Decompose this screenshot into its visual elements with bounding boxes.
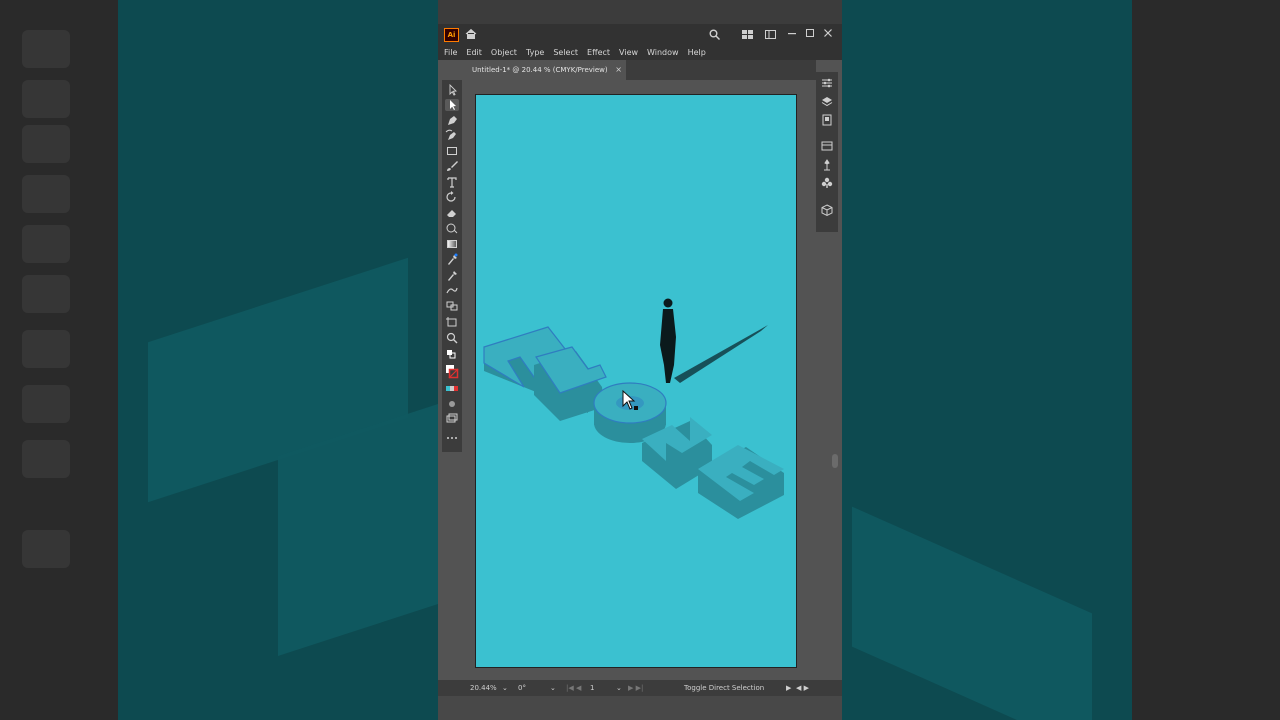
libraries-icon[interactable] — [820, 113, 834, 127]
rotation-dropdown-chevron-icon[interactable]: ⌄ — [550, 680, 556, 696]
bottom-strip — [438, 696, 842, 720]
tab-close-icon[interactable]: × — [615, 60, 622, 80]
background-art-left — [118, 0, 438, 720]
alone-artwork — [483, 298, 784, 519]
background-ghost-icon — [22, 80, 70, 118]
standing-figure-silhouette — [660, 298, 676, 383]
background-ghost-icon — [22, 125, 70, 163]
background-ghost-icon — [22, 175, 70, 213]
background-ghost-icon — [22, 385, 70, 423]
properties-icon[interactable] — [820, 76, 834, 90]
rotation-field[interactable]: 0° — [518, 680, 526, 696]
home-icon[interactable] — [465, 28, 477, 40]
brushes-icon[interactable] — [820, 158, 834, 172]
right-panel-dock — [816, 72, 838, 232]
menu-type[interactable]: Type — [526, 48, 544, 57]
swatches-icon[interactable] — [820, 139, 834, 153]
top-strip — [438, 0, 842, 24]
rectangle-tool-icon[interactable] — [445, 145, 459, 157]
title-bar: Ai — [438, 24, 842, 44]
background-art-right — [842, 0, 1132, 720]
artboard-tool-icon[interactable] — [445, 316, 459, 328]
minimize-icon[interactable] — [788, 33, 796, 35]
status-menu-arrow-icon[interactable]: ▶ — [786, 680, 791, 696]
background-panel — [1132, 0, 1280, 720]
color-mode-icon[interactable] — [445, 383, 459, 395]
document-tab-label: Untitled-1* @ 20.44 % (CMYK/Preview) — [472, 66, 608, 74]
puppet-warp-tool-icon[interactable] — [445, 284, 459, 296]
default-fill-stroke-icon[interactable] — [445, 348, 459, 360]
zoom-tool-icon[interactable] — [445, 332, 459, 344]
illustrator-window: Ai File Edit Object Type Select Effect V… — [438, 0, 842, 720]
maximize-icon[interactable] — [806, 29, 814, 37]
mouse-pointer-icon — [622, 389, 638, 410]
background-ghost-icon — [22, 30, 70, 68]
curvature-tool-icon[interactable] — [445, 129, 459, 141]
tools-panel — [442, 80, 462, 452]
paintbrush-tool-icon[interactable] — [445, 160, 459, 172]
status-message: Toggle Direct Selection — [684, 684, 765, 692]
artboard[interactable] — [475, 94, 797, 668]
menu-select[interactable]: Select — [553, 48, 578, 57]
search-icon[interactable] — [709, 29, 720, 40]
menu-window[interactable]: Window — [647, 48, 679, 57]
menu-help[interactable]: Help — [688, 48, 706, 57]
menu-object[interactable]: Object — [491, 48, 517, 57]
more-tools-icon[interactable] — [445, 432, 459, 444]
workspace-icon[interactable] — [765, 30, 776, 39]
menu-view[interactable]: View — [619, 48, 638, 57]
pen-tool-icon[interactable] — [445, 114, 459, 126]
background-ghost-icon — [22, 225, 70, 263]
first-artboard-icon[interactable]: |◀ ◀ — [566, 680, 581, 696]
symbol-sprayer-tool-icon[interactable] — [445, 300, 459, 312]
figure-shadow — [674, 325, 768, 383]
menu-edit[interactable]: Edit — [466, 48, 482, 57]
menu-file[interactable]: File — [444, 48, 457, 57]
close-icon[interactable] — [824, 29, 832, 37]
vertical-scrollbar-thumb[interactable] — [832, 454, 838, 468]
layers-icon[interactable] — [820, 95, 834, 109]
draw-mode-icon[interactable] — [445, 398, 459, 410]
canvas-area[interactable] — [466, 80, 838, 676]
rotate-tool-icon[interactable] — [445, 191, 459, 203]
3d-materials-icon[interactable] — [820, 203, 834, 217]
arrange-documents-icon[interactable] — [742, 30, 753, 39]
menu-effect[interactable]: Effect — [587, 48, 610, 57]
type-tool-icon[interactable] — [445, 176, 459, 188]
background-ghost-icon — [22, 275, 70, 313]
document-tab-bar: Untitled-1* @ 20.44 % (CMYK/Preview) × — [466, 60, 816, 80]
zoom-level-field[interactable]: 20.44% — [470, 680, 497, 696]
screen-mode-icon[interactable] — [445, 413, 459, 425]
zoom-dropdown-chevron-icon[interactable]: ⌄ — [502, 680, 508, 696]
gradient-tool-icon[interactable] — [445, 238, 459, 250]
background-ghost-icon — [22, 330, 70, 368]
status-bar: 20.44% ⌄ 0° ⌄ |◀ ◀ 1 ⌄ ▶ ▶| Toggle Direc… — [438, 680, 842, 696]
blend-tool-icon[interactable] — [445, 269, 459, 281]
status-scroll-arrows-icon[interactable]: ◀ ▶ — [796, 680, 809, 696]
background-ghost-icon — [22, 440, 70, 478]
menu-bar: File Edit Object Type Select Effect View… — [438, 44, 842, 60]
direct-selection-tool-icon[interactable] — [445, 99, 459, 111]
fill-stroke-icon[interactable] — [445, 364, 459, 380]
eyedropper-tool-icon[interactable] — [445, 253, 459, 265]
eraser-tool-icon[interactable] — [445, 207, 459, 219]
artboard-dropdown-chevron-icon[interactable]: ⌄ — [616, 680, 622, 696]
app-logo: Ai — [444, 28, 459, 42]
symbols-icon[interactable] — [820, 176, 834, 190]
document-tab[interactable]: Untitled-1* @ 20.44 % (CMYK/Preview) × — [466, 60, 626, 80]
artboard-number-field[interactable]: 1 — [590, 680, 594, 696]
background-toolbar — [0, 0, 118, 720]
background-letter-block — [852, 506, 1092, 720]
next-artboard-icon[interactable]: ▶ ▶| — [628, 680, 643, 696]
selection-tool-icon[interactable] — [445, 84, 459, 96]
background-ghost-icon — [22, 530, 70, 568]
shape-builder-tool-icon[interactable] — [445, 222, 459, 234]
